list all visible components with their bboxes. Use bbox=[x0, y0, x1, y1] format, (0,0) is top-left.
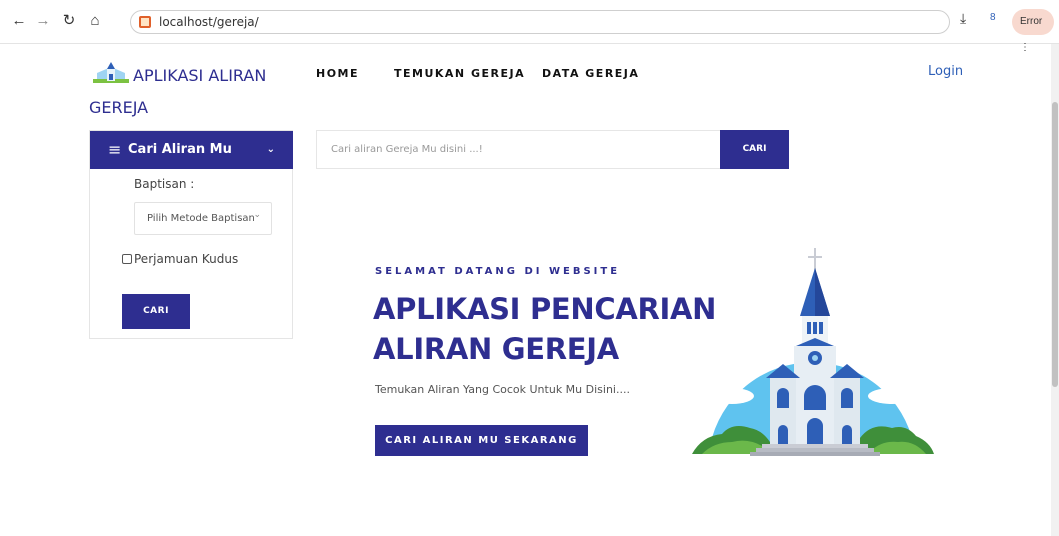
login-link[interactable]: Login bbox=[928, 64, 963, 79]
download-icon[interactable]: ⤓ bbox=[960, 10, 966, 27]
search-button[interactable]: CARI bbox=[720, 130, 789, 169]
baptisan-select-value: Pilih Metode Baptisan bbox=[147, 213, 255, 224]
welcome-text: SELAMAT DATANG DI WEBSITE bbox=[375, 266, 621, 277]
site-favicon-icon bbox=[139, 16, 151, 28]
sidebar-title: Cari Aliran Mu bbox=[128, 142, 232, 157]
perjamuan-kudus-label: Perjamuan Kudus bbox=[134, 252, 239, 266]
hero-title: APLIKASI PENCARIAN ALIRAN GEREJA bbox=[373, 289, 733, 369]
find-denomination-button[interactable]: CARI ALIRAN MU SEKARANG bbox=[375, 425, 588, 456]
church-logo-icon bbox=[93, 62, 129, 83]
hero-title-line1: APLIKASI PENCARIAN bbox=[373, 292, 717, 326]
hero-title-line2: ALIRAN GEREJA bbox=[373, 332, 619, 366]
profile-label: Error bbox=[1020, 16, 1043, 27]
baptisan-select[interactable]: Pilih Metode Baptisan ⌄ bbox=[134, 202, 272, 235]
perjamuan-kudus-option[interactable]: Perjamuan Kudus bbox=[122, 252, 238, 266]
brand-line1: APLIKASI ALIRAN bbox=[133, 66, 267, 85]
scrollbar-thumb[interactable] bbox=[1052, 102, 1058, 387]
home-icon[interactable]: ⌂ bbox=[84, 10, 106, 32]
church-illustration bbox=[692, 248, 934, 456]
nav-data-gereja[interactable]: DATA GEREJA bbox=[542, 67, 639, 80]
extension-icon[interactable]: 8 bbox=[990, 12, 996, 23]
hero-subtitle: Temukan Aliran Yang Cocok Untuk Mu Disin… bbox=[375, 383, 630, 396]
arrow-left-icon[interactable]: ← bbox=[8, 10, 30, 32]
sidebar-search-button[interactable]: CARI bbox=[122, 294, 190, 329]
perjamuan-kudus-checkbox[interactable] bbox=[122, 254, 132, 264]
reload-icon[interactable]: ↻ bbox=[58, 10, 80, 32]
nav-home[interactable]: HOME bbox=[316, 67, 359, 80]
sidebar-toggle[interactable]: ≡ Cari Aliran Mu ⌄ bbox=[90, 131, 293, 169]
scrollbar[interactable] bbox=[1051, 44, 1059, 536]
baptisan-label: Baptisan : bbox=[134, 177, 195, 191]
brand[interactable]: APLIKASI ALIRAN GEREJA bbox=[89, 60, 289, 124]
nav-temukan-gereja[interactable]: TEMUKAN GEREJA bbox=[394, 67, 525, 80]
url-text: localhost/gereja/ bbox=[159, 15, 259, 29]
profile-error-button[interactable]: Error ⋮ bbox=[1012, 9, 1054, 53]
hamburger-icon: ≡ bbox=[108, 140, 122, 159]
brand-line2: GEREJA bbox=[89, 98, 149, 117]
search-input[interactable]: Cari aliran Gereja Mu disini ...! bbox=[316, 130, 720, 169]
chevron-down-icon: ⌄ bbox=[266, 144, 275, 155]
sidebar-filter: ≡ Cari Aliran Mu ⌄ Baptisan : Pilih Meto… bbox=[89, 130, 293, 339]
chevron-down-icon: ⌄ bbox=[253, 210, 261, 220]
browser-toolbar: ← → ↻ ⌂ localhost/gereja/ ⤓ 8 Error ⋮ bbox=[0, 0, 1059, 53]
address-bar[interactable]: localhost/gereja/ bbox=[130, 10, 950, 34]
arrow-right-icon[interactable]: → bbox=[32, 10, 54, 32]
